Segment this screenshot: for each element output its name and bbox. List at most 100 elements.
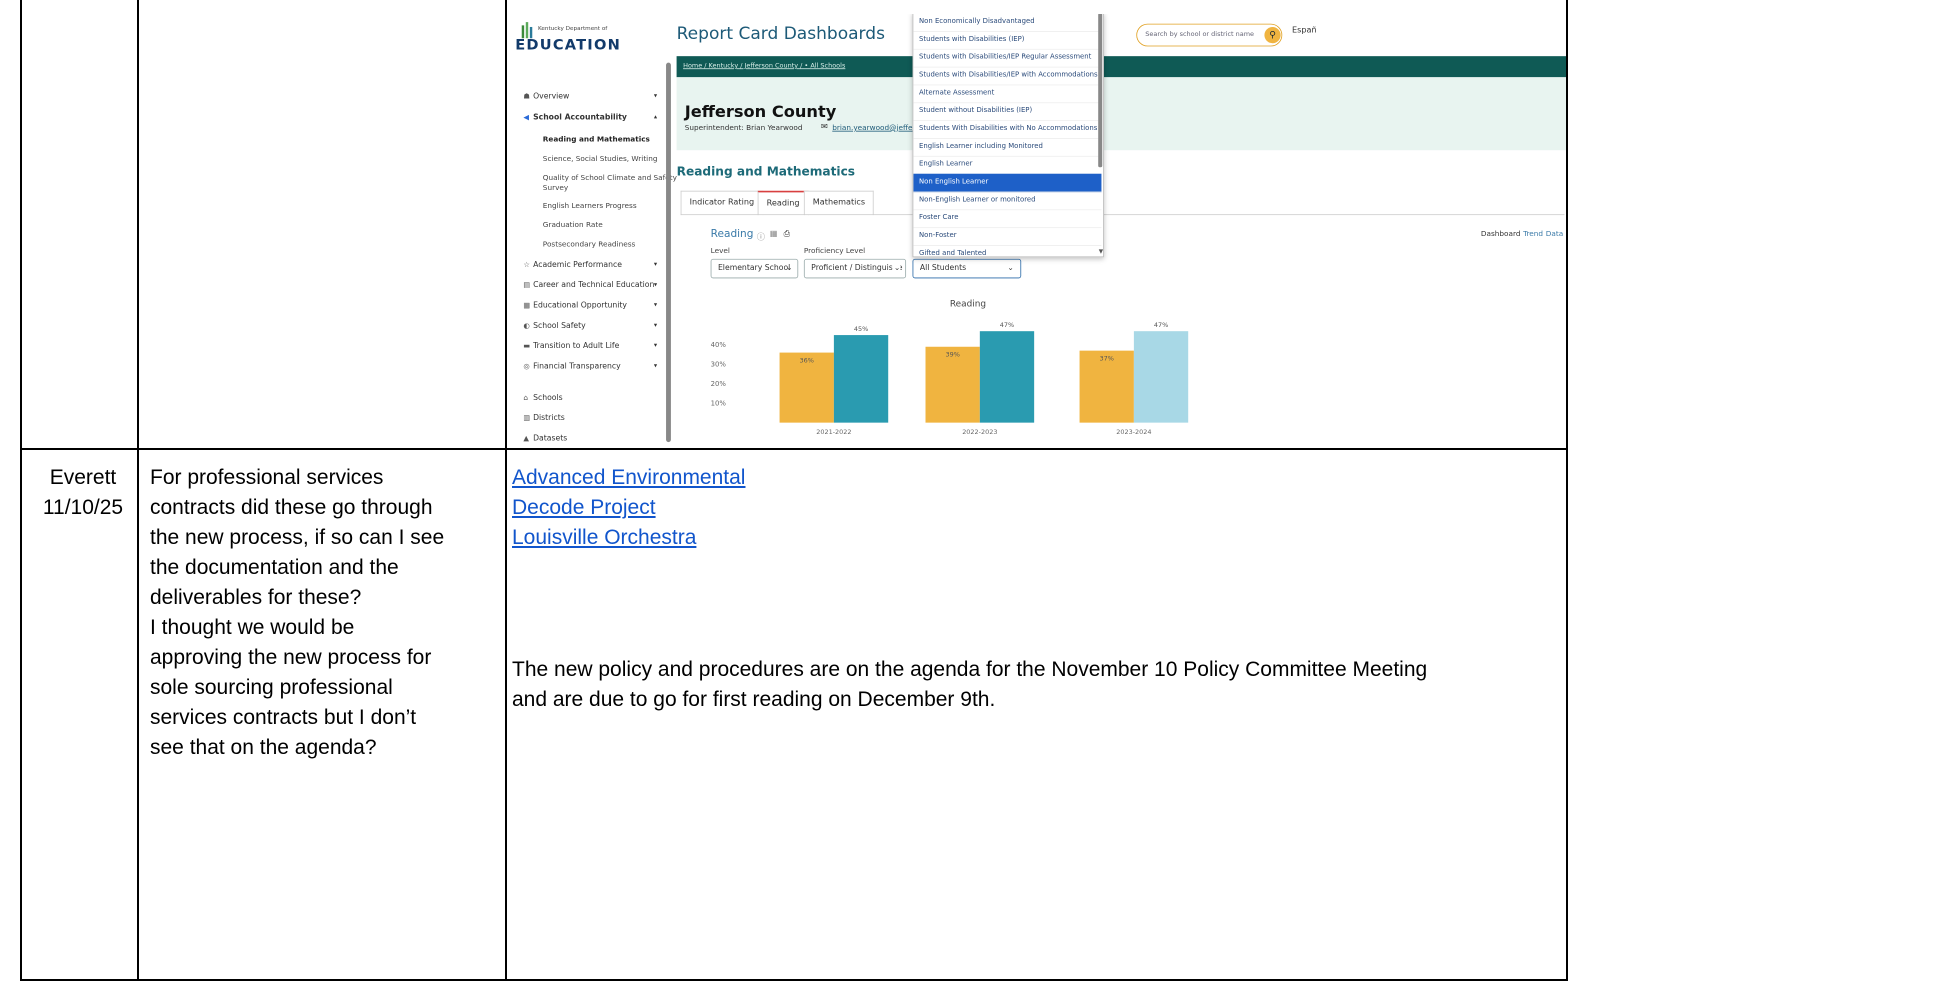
dropdown-option[interactable]: Student without Disabilities (IEP) <box>913 102 1102 122</box>
proficiency-select[interactable]: Proficient / Distinguishe ⌄ <box>803 258 907 279</box>
sidebar-section-label: Educational Opportunity <box>533 301 627 310</box>
sidebar-link[interactable]: ▲ Datasets <box>523 434 567 443</box>
sidebar-subitem[interactable]: Survey <box>543 184 568 192</box>
y-tick-label: 40% <box>711 341 727 349</box>
sidebar-section[interactable]: ▦ Educational Opportunity <box>523 301 627 310</box>
dropdown-option[interactable]: Non English Learner <box>913 173 1102 193</box>
breadcrumb[interactable]: Home / Kentucky / Jefferson County / • A… <box>683 62 845 69</box>
sidebar-item[interactable]: ◀ School Accountability <box>523 113 627 122</box>
sidebar-section[interactable]: ▤ Career and Technical Education <box>523 281 654 290</box>
search-input[interactable]: Search by school or district name <box>1136 23 1283 47</box>
bar-data-label: 37% <box>1100 354 1114 362</box>
dropdown-option[interactable]: Non Economically Disadvantaged <box>913 14 1102 32</box>
sidebar-item-label: Overview <box>533 91 570 101</box>
chevron-down-icon: ⌄ <box>1007 263 1014 273</box>
safety-icon: ◐ <box>523 322 530 331</box>
chevron-down-icon[interactable]: ▾ <box>654 281 657 288</box>
view-data[interactable]: Data <box>1546 230 1563 238</box>
contract-link[interactable]: Decode Project <box>512 493 745 523</box>
tab-underline <box>680 214 1565 216</box>
sidebar-section[interactable]: ☆ Academic Performance <box>523 260 622 269</box>
chevron-down-icon[interactable]: ▾ <box>654 260 657 267</box>
info-icon[interactable]: ⓘ <box>757 230 765 242</box>
dataset-icon: ▲ <box>523 434 529 443</box>
dropdown-option[interactable]: Students With Disabilities with No Accom… <box>913 120 1102 139</box>
question-line: services contracts but I don’t <box>150 706 417 729</box>
dropdown-option[interactable]: Non-Foster <box>913 227 1102 246</box>
sidebar-subitem[interactable]: Quality of School Climate and Safety <box>543 175 677 183</box>
sidebar-link-label: Datasets <box>533 433 568 443</box>
sidebar-scrollbar[interactable] <box>666 62 671 443</box>
y-tick-label: 30% <box>711 361 727 369</box>
dropdown-option[interactable]: Students with Disabilities/IEP Regular A… <box>913 49 1102 68</box>
dropdown-scroll-down-icon[interactable]: ▼ <box>1099 248 1103 254</box>
sidebar-subitem[interactable]: English Learners Progress <box>543 202 637 210</box>
sidebar-link[interactable]: ⌂ Schools <box>523 393 562 402</box>
dropdown-option[interactable]: Students with Disabilities/IEP with Acco… <box>913 67 1102 86</box>
trophy-icon: ☆ <box>523 261 530 270</box>
expand-icon[interactable]: ▦ <box>770 230 778 239</box>
print-icon[interactable]: ⎙ <box>784 230 790 239</box>
dropdown-option[interactable]: English Learner <box>913 156 1102 175</box>
tab-label: Indicator Rating <box>689 198 755 207</box>
chevron-down-icon[interactable]: ▾ <box>654 362 657 369</box>
student-group-dropdown[interactable]: Non Economically Disadvantaged Students w… <box>912 14 1104 258</box>
sidebar-section-label: Career and Technical Education <box>533 280 655 290</box>
dropdown-option[interactable]: Non-English Learner or monitored <box>913 192 1102 211</box>
contract-link[interactable]: Louisville Orchestra <box>512 523 745 553</box>
dropdown-option[interactable]: Alternate Assessment <box>913 85 1102 104</box>
level-select[interactable]: Elementary School ⌄ <box>710 258 799 279</box>
tab-indicator-rating[interactable]: Indicator Rating <box>680 190 764 216</box>
chevron-down-icon[interactable]: ▾ <box>654 301 657 308</box>
tab-mathematics[interactable]: Mathematics <box>803 190 874 216</box>
accountability-icon: ◀ <box>523 113 529 122</box>
chevron-down-icon[interactable]: ▾ <box>654 92 657 99</box>
level-label: Level <box>710 247 730 256</box>
dropdown-option[interactable]: Students with Disabilities (IEP) <box>913 31 1102 50</box>
contract-links: Advanced Environmental Decode Project Loui… <box>512 463 745 553</box>
sidebar-item[interactable]: ☗ Overview <box>523 92 569 101</box>
language-link[interactable]: Españ <box>1292 26 1317 35</box>
requester-name: Everett <box>49 466 117 489</box>
dropdown-option[interactable]: Gifted and Talented <box>913 245 1101 256</box>
logo-line1: Kentucky Department of <box>537 25 608 32</box>
sidebar-section-label: Transition to Adult Life <box>533 341 620 351</box>
chevron-down-icon[interactable]: ▾ <box>654 321 657 328</box>
sidebar-link-label: Schools <box>533 393 563 403</box>
bar-2023-2024-current[interactable] <box>1133 331 1189 423</box>
sidebar-section[interactable]: ▬ Transition to Adult Life <box>523 342 619 351</box>
search-icon[interactable]: ⚲ <box>1264 26 1281 44</box>
view-trend[interactable]: Trend <box>1523 230 1543 238</box>
chevron-down-icon: ⌄ <box>786 263 793 273</box>
chevron-up-icon[interactable]: ▴ <box>654 113 657 120</box>
sidebar-section[interactable]: ◐ School Safety <box>523 321 585 330</box>
bar-2022-2023-current[interactable] <box>979 331 1035 423</box>
reading-chart: 40% 30% 20% 10% 36% 45% 2021-2022 39% 47% 2022-20… <box>711 321 1189 436</box>
tab-reading[interactable]: Reading <box>757 190 809 216</box>
question-line: I thought we would be <box>150 616 355 639</box>
logo-line2: EDUCATION <box>515 36 622 54</box>
question-line: deliverables for these? <box>150 586 362 609</box>
question-line: contracts did these go through <box>150 496 433 519</box>
sidebar-subitem[interactable]: Science, Social Studies, Writing <box>543 155 658 163</box>
view-dashboard[interactable]: Dashboard <box>1481 230 1521 238</box>
question-line: For professional services <box>150 466 384 489</box>
sidebar-subitem[interactable]: Postsecondary Readiness <box>543 241 635 249</box>
school-icon: ⌂ <box>523 394 528 403</box>
sidebar-section[interactable]: ◎ Financial Transparency <box>523 362 620 371</box>
chevron-down-icon: ⌄ <box>892 263 901 273</box>
x-tick-label: 2023-2024 <box>1116 428 1151 436</box>
row2-name-cell <box>20 448 139 981</box>
dropdown-option[interactable]: English Learner including Monitored <box>913 138 1102 157</box>
student-group-select[interactable]: All Students ⌄ <box>912 258 1022 279</box>
dropdown-scrollbar[interactable] <box>1098 14 1103 168</box>
sidebar-subitem[interactable]: Graduation Rate <box>543 222 603 230</box>
superintendent-text: Superintendent: Brian Yearwood <box>684 124 803 133</box>
contract-link[interactable]: Advanced Environmental <box>512 463 745 493</box>
dropdown-option[interactable]: Foster Care <box>913 209 1102 229</box>
bar-2021-2022-current[interactable] <box>833 335 889 423</box>
sidebar-subitem[interactable]: Reading and Mathematics <box>543 136 650 144</box>
sidebar-link[interactable]: ▥ Districts <box>523 414 564 423</box>
chevron-down-icon[interactable]: ▾ <box>654 342 657 349</box>
response-text: The new policy and procedures are on the… <box>512 655 1564 715</box>
